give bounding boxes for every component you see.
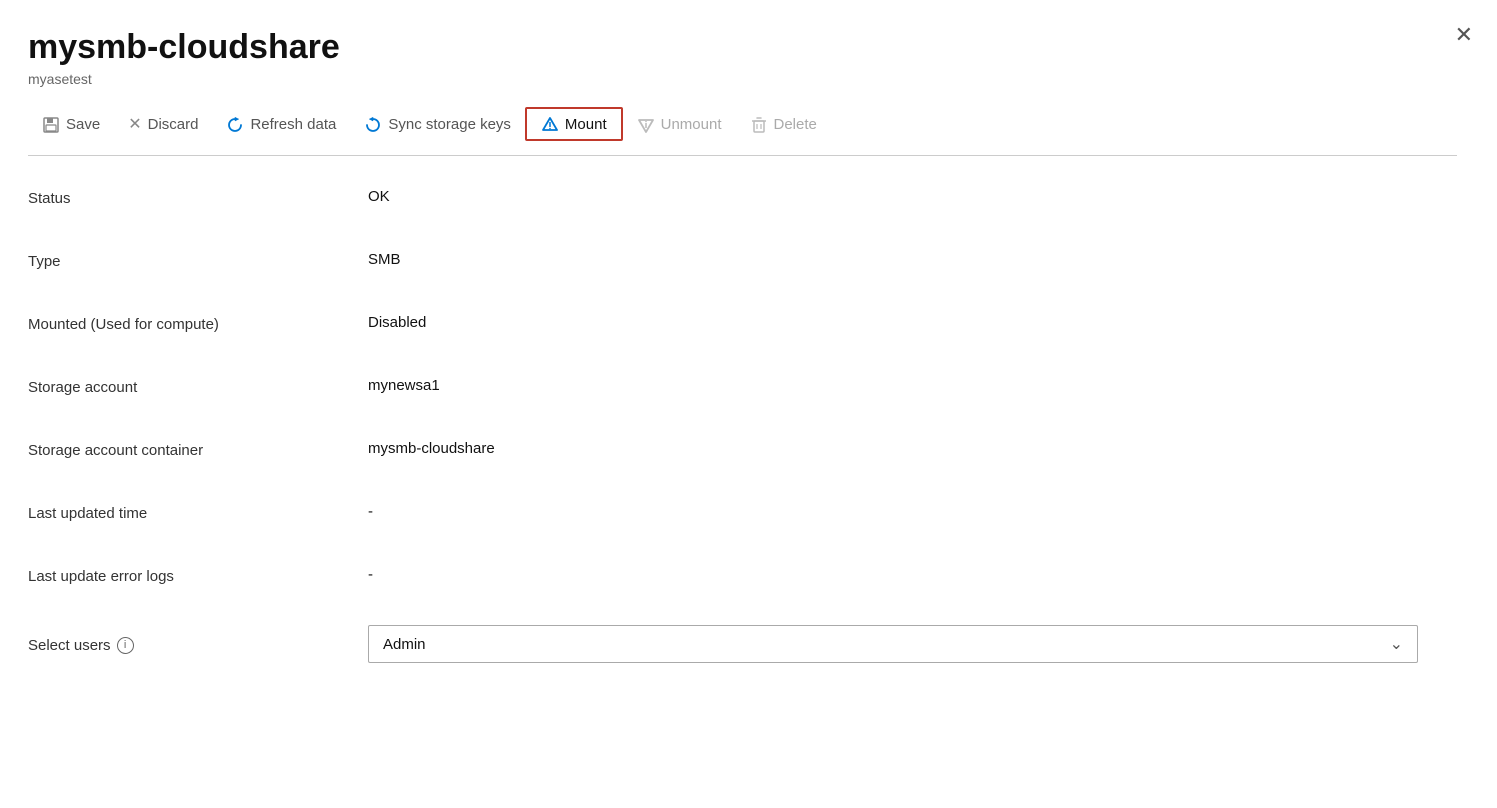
toolbar: Save ✕ Discard Refresh data Sync st [28, 107, 1457, 156]
field-label-storage-container: Storage account container [28, 440, 368, 459]
discard-label: Discard [148, 116, 199, 133]
content-area: Status OK Type SMB Mounted (Used for com… [28, 156, 1457, 681]
refresh-button[interactable]: Refresh data [212, 108, 350, 140]
field-value-status: OK [368, 188, 390, 205]
field-type: Type SMB [28, 229, 1457, 292]
field-label-error-logs: Last update error logs [28, 566, 368, 585]
field-mounted: Mounted (Used for compute) Disabled [28, 292, 1457, 355]
field-value-error-logs: - [368, 566, 373, 583]
field-value-type: SMB [368, 251, 401, 268]
field-last-updated: Last updated time - [28, 481, 1457, 544]
info-icon: i [117, 637, 134, 654]
field-label-storage-account: Storage account [28, 377, 368, 396]
discard-icon: ✕ [128, 114, 141, 134]
unmount-icon [637, 114, 655, 134]
field-value-last-updated: - [368, 503, 373, 520]
panel-title: mysmb-cloudshare [28, 28, 1457, 67]
field-label-status: Status [28, 188, 368, 207]
refresh-icon [226, 114, 244, 134]
main-panel: ✕ mysmb-cloudshare myasetest Save ✕ Disc… [0, 0, 1497, 808]
delete-label: Delete [774, 116, 817, 133]
select-users-label: Select users [28, 637, 111, 654]
field-storage-account: Storage account mynewsa1 [28, 355, 1457, 418]
field-label-type: Type [28, 251, 368, 270]
chevron-down-icon: ⌄ [1390, 634, 1403, 654]
select-users-row: Select users i Admin ⌄ [28, 607, 1457, 681]
field-value-storage-container: mysmb-cloudshare [368, 440, 495, 457]
sync-label: Sync storage keys [388, 116, 511, 133]
field-label-mounted: Mounted (Used for compute) [28, 314, 368, 333]
field-storage-container: Storage account container mysmb-cloudsha… [28, 418, 1457, 481]
field-value-mounted: Disabled [368, 314, 426, 331]
sync-icon [364, 114, 382, 134]
mount-label: Mount [565, 116, 607, 133]
save-button[interactable]: Save [28, 108, 114, 140]
field-status: Status OK [28, 166, 1457, 229]
discard-button[interactable]: ✕ Discard [114, 108, 212, 140]
delete-icon [750, 114, 768, 134]
unmount-button[interactable]: Unmount [623, 108, 736, 140]
sync-button[interactable]: Sync storage keys [350, 108, 525, 140]
save-icon [42, 114, 60, 134]
panel-subtitle: myasetest [28, 71, 1457, 87]
close-button[interactable]: ✕ [1455, 24, 1473, 46]
delete-button[interactable]: Delete [736, 108, 831, 140]
refresh-label: Refresh data [250, 116, 336, 133]
select-users-value: Admin [383, 636, 426, 653]
select-users-label-container: Select users i [28, 635, 368, 654]
field-value-storage-account: mynewsa1 [368, 377, 440, 394]
save-label: Save [66, 116, 100, 133]
field-label-last-updated: Last updated time [28, 503, 368, 522]
field-error-logs: Last update error logs - [28, 544, 1457, 607]
mount-icon [541, 114, 559, 134]
mount-button[interactable]: Mount [525, 107, 623, 141]
unmount-label: Unmount [661, 116, 722, 133]
select-users-dropdown[interactable]: Admin ⌄ [368, 625, 1418, 663]
